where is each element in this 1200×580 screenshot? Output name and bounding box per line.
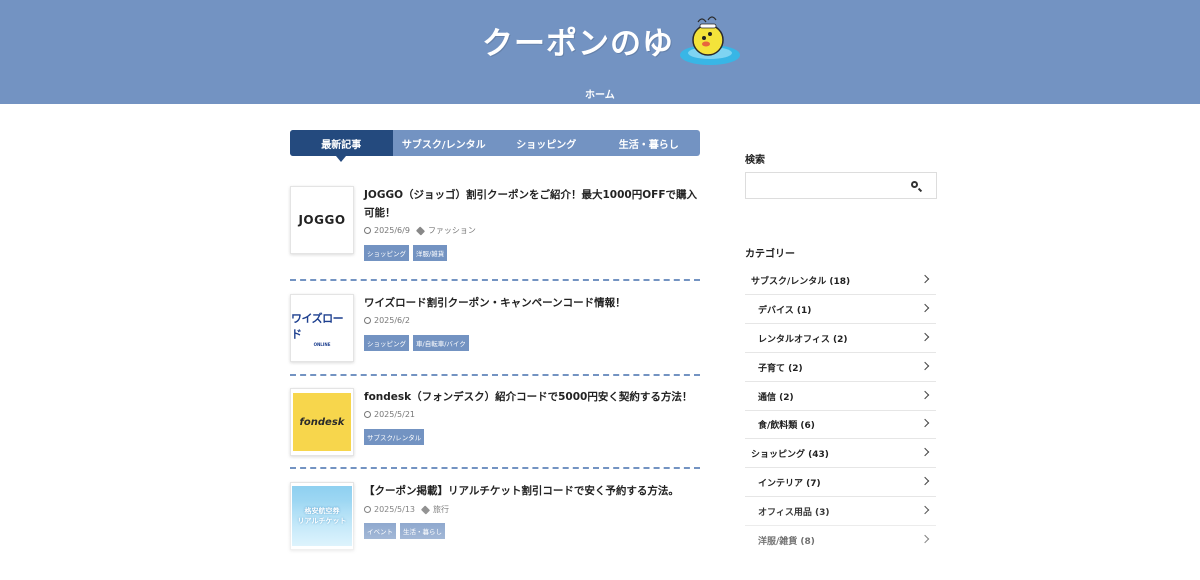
category-item[interactable]: 通信 (2) — [745, 382, 936, 411]
category-tag[interactable]: ショッピング — [364, 245, 409, 261]
category-tag[interactable]: イベント — [364, 523, 396, 539]
article-categories: イベント 生活・暮らし — [364, 523, 445, 539]
category-heading: カテゴリー — [745, 249, 795, 260]
chevron-right-icon — [920, 303, 930, 313]
article-thumbnail[interactable]: fondesk — [290, 388, 354, 456]
mascot-icon — [680, 16, 740, 65]
article-title[interactable]: fondesk（フォンデスク）紹介コードで5000円安く契約する方法！ — [364, 388, 700, 406]
category-label: サブスク/レンタル (18) — [751, 276, 851, 287]
category-tag[interactable]: 車/自転車/バイク — [413, 335, 469, 351]
category-label: ショッピング (43) — [751, 449, 829, 460]
article-thumbnail[interactable]: JOGGO — [290, 186, 354, 254]
search-heading: 検索 — [745, 155, 765, 166]
article-title[interactable]: ワイズロード割引クーポン・キャンペーンコード情報！ — [364, 294, 700, 312]
category-item[interactable]: オフィス用品 (3) — [745, 497, 936, 526]
thumbnail-text: 格安航空券 — [304, 507, 340, 515]
category-label: オフィス用品 (3) — [758, 507, 830, 518]
search-icon[interactable] — [911, 181, 918, 188]
article-divider — [290, 279, 700, 281]
article-tabs: 最新記事 サブスク/レンタル ショッピング 生活・暮らし — [290, 130, 701, 162]
thumbnail-subtext: リアルチケット — [297, 517, 347, 525]
article-thumbnail[interactable]: ワイズロード ONLINE — [290, 294, 354, 362]
category-label: 食/飲料類 (6) — [758, 420, 815, 431]
chevron-right-icon — [920, 476, 930, 486]
category-tag[interactable]: 洋服/雑貨 — [413, 245, 448, 261]
category-label: 通信 (2) — [758, 392, 794, 403]
article-date: 2025/5/13 — [374, 505, 416, 514]
article-item[interactable]: 格安航空券 リアルチケット 【クーポン掲載】リアルチケット割引コードで安く予約す… — [290, 482, 700, 550]
chevron-right-icon — [920, 274, 930, 284]
category-label: 洋服/雑貨 (8) — [758, 537, 815, 547]
article-meta: 2025/6/9 ファッション — [364, 225, 476, 236]
article-tag-label[interactable]: 旅行 — [433, 504, 449, 515]
article-date: 2025/5/21 — [374, 410, 416, 419]
category-item[interactable]: 洋服/雑貨 (8) — [745, 526, 936, 555]
category-tag[interactable]: 生活・暮らし — [400, 523, 445, 539]
thumbnail-text: fondesk — [299, 416, 345, 428]
category-label: レンタルオフィス (2) — [758, 334, 848, 345]
article-item[interactable]: JOGGO JOGGO（ジョッゴ）割引クーポンをご紹介！最大1000円OFFで購… — [290, 186, 700, 266]
logo-text: クーポンのゆ — [482, 25, 674, 62]
category-item[interactable]: 子育て (2) — [745, 353, 936, 382]
nav-home[interactable]: ホーム — [585, 86, 615, 101]
chevron-right-icon — [920, 361, 930, 371]
chevron-right-icon — [920, 418, 930, 428]
category-item[interactable]: ショッピング (43) — [745, 439, 936, 468]
chevron-right-icon — [920, 332, 930, 342]
thumbnail-text: ワイズロード — [291, 311, 344, 341]
article-categories: サブスク/レンタル — [364, 429, 425, 445]
tag-icon — [415, 225, 426, 236]
article-tag-label[interactable]: ファッション — [428, 225, 476, 236]
clock-icon — [364, 506, 371, 513]
chevron-right-icon — [920, 390, 930, 400]
article-divider — [290, 374, 700, 376]
tab-shopping[interactable]: ショッピング — [495, 130, 598, 156]
category-item[interactable]: レンタルオフィス (2) — [745, 324, 936, 353]
chevron-right-icon — [920, 534, 930, 544]
article-thumbnail[interactable]: 格安航空券 リアルチケット — [290, 482, 354, 550]
article-categories: ショッピング 車/自転車/バイク — [364, 335, 469, 351]
chevron-right-icon — [920, 447, 930, 457]
thumbnail-subtext: ONLINE — [313, 341, 331, 347]
article-date: 2025/6/9 — [374, 226, 410, 235]
search-box — [745, 172, 937, 199]
tab-latest[interactable]: 最新記事 — [290, 130, 393, 162]
article-categories: ショッピング 洋服/雑貨 — [364, 245, 448, 261]
article-title[interactable]: 【クーポン掲載】リアルチケット割引コードで安く予約する方法。 — [364, 482, 700, 500]
category-item[interactable]: デバイス (1) — [745, 295, 936, 324]
article-meta: 2025/6/2 — [364, 316, 410, 325]
clock-icon — [364, 411, 371, 418]
category-tag[interactable]: サブスク/レンタル — [364, 429, 425, 445]
site-logo[interactable]: クーポンのゆ — [482, 12, 742, 68]
category-label: インテリア (7) — [758, 478, 821, 489]
article-date: 2025/6/2 — [374, 316, 410, 325]
article-item[interactable]: fondesk fondesk（フォンデスク）紹介コードで5000円安く契約する… — [290, 388, 700, 456]
article-item[interactable]: ワイズロード ONLINE ワイズロード割引クーポン・キャンペーンコード情報！ … — [290, 294, 700, 362]
clock-icon — [364, 227, 371, 234]
article-divider — [290, 467, 700, 469]
article-title[interactable]: JOGGO（ジョッゴ）割引クーポンをご紹介！最大1000円OFFで購入可能！ — [364, 186, 700, 222]
clock-icon — [364, 317, 371, 324]
category-label: デバイス (1) — [758, 305, 812, 316]
article-meta: 2025/5/13 旅行 — [364, 504, 449, 515]
category-item[interactable]: 食/飲料類 (6) — [745, 410, 936, 439]
chevron-right-icon — [920, 505, 930, 515]
tab-life[interactable]: 生活・暮らし — [598, 130, 701, 156]
search-input[interactable] — [746, 173, 906, 198]
category-item[interactable]: インテリア (7) — [745, 468, 936, 497]
site-header: クーポンのゆ ホーム — [0, 0, 1200, 104]
tag-icon — [420, 504, 431, 515]
thumbnail-text: JOGGO — [298, 213, 346, 227]
category-label: 子育て (2) — [758, 363, 803, 374]
tab-subscription[interactable]: サブスク/レンタル — [393, 130, 496, 156]
category-tag[interactable]: ショッピング — [364, 335, 409, 351]
article-meta: 2025/5/21 — [364, 410, 415, 419]
category-item[interactable]: サブスク/レンタル (18) — [745, 266, 936, 295]
